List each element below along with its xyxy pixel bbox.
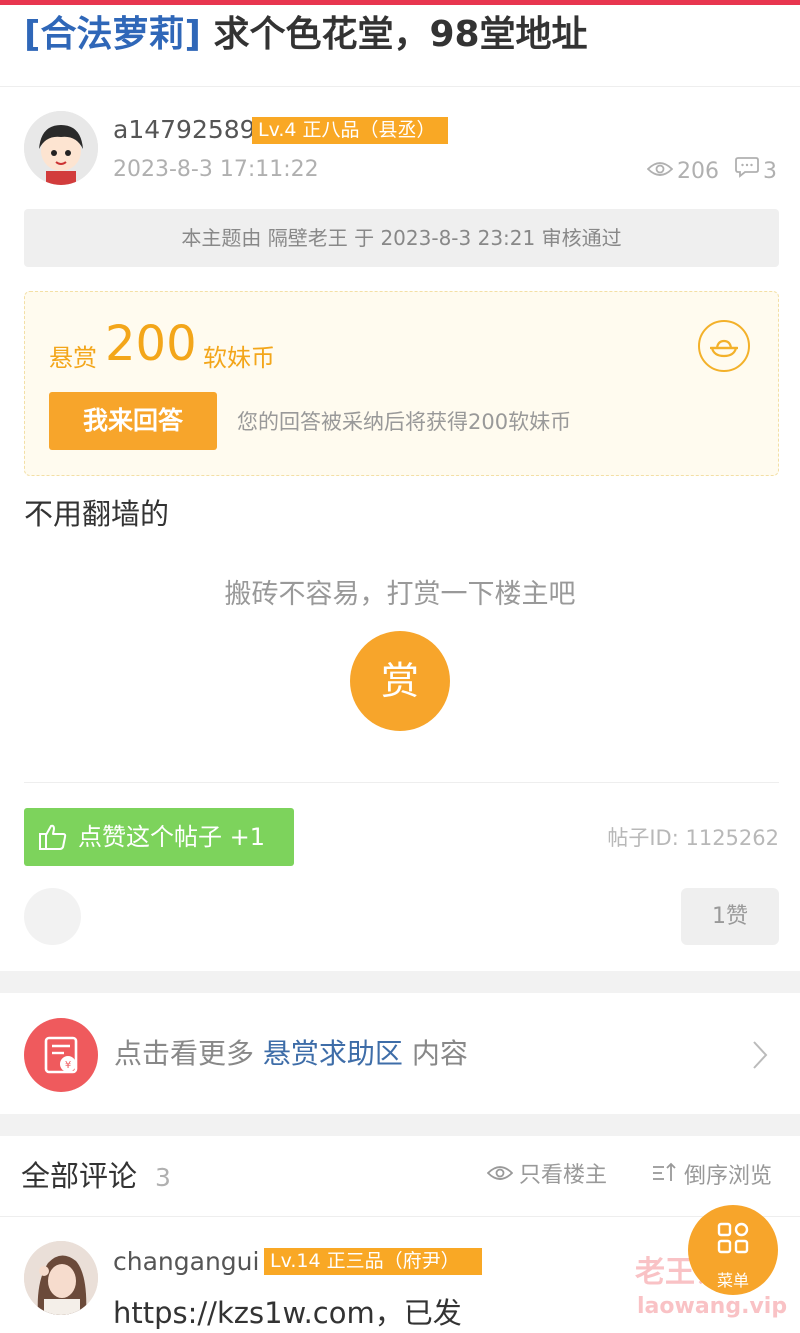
top-accent-line — [0, 0, 800, 5]
divider — [24, 782, 779, 783]
only-op-filter[interactable]: 只看楼主 — [486, 1161, 608, 1191]
commenter-level-badge: Lv.14 正三品（府尹） — [264, 1248, 482, 1275]
only-op-label: 只看楼主 — [519, 1163, 608, 1188]
bounty-section-icon[interactable]: ¥ — [24, 1018, 98, 1092]
more-prefix: 点击看更多 — [114, 1037, 263, 1070]
eye-icon — [486, 1161, 514, 1191]
more-content-link[interactable]: 点击看更多 悬赏求助区 内容 — [114, 1034, 468, 1074]
author-username[interactable]: a14792589 — [113, 113, 256, 147]
divider — [0, 86, 800, 87]
comments-title: 全部评论 — [21, 1159, 138, 1193]
reverse-order-label: 倒序浏览 — [684, 1163, 773, 1189]
author-level-badge: Lv.4 正八品（县丞） — [252, 117, 448, 144]
view-count: 206 — [646, 156, 719, 188]
answer-button[interactable]: 我来回答 — [49, 392, 217, 450]
bounty-panel: 悬赏 200 软妹币 我来回答 您的回答被采纳后将获得200软妹币 — [24, 291, 779, 476]
svg-text:¥: ¥ — [65, 1060, 71, 1071]
menu-button-label: 菜单 — [716, 1271, 749, 1290]
divider — [0, 1216, 800, 1217]
like-post-button[interactable]: 点赞这个帖子 +1 — [24, 808, 294, 866]
review-notice: 本主题由 隔壁老王 于 2023-8-3 23:21 审核通过 — [24, 209, 779, 267]
like-button-label: 点赞这个帖子 +1 — [78, 823, 266, 851]
view-count-value: 206 — [677, 159, 719, 184]
reply-count-value: 3 — [763, 159, 777, 184]
grid-menu-icon — [717, 1222, 749, 1258]
post-id: 帖子ID: 1125262 — [607, 826, 779, 850]
bounty-hint: 您的回答被采纳后将获得200软妹币 — [237, 410, 572, 434]
menu-button[interactable]: 菜单 — [688, 1205, 778, 1295]
ingot-coin-icon — [698, 320, 750, 372]
bounty-amount: 200 — [105, 316, 197, 372]
comment-bubble-icon — [735, 156, 759, 188]
post-body-text: 不用翻墙的 — [24, 497, 170, 531]
bounty-label: 悬赏 — [49, 344, 97, 372]
reward-button[interactable]: 赏 — [350, 631, 450, 731]
reply-count: 3 — [735, 156, 777, 188]
bounty-section-link[interactable]: 悬赏求助区 — [263, 1037, 403, 1070]
author-avatar[interactable] — [24, 111, 98, 185]
commenter-username[interactable]: changangui — [113, 1246, 259, 1278]
post-title: [合法萝莉] 求个色花堂，98堂地址 — [24, 12, 588, 58]
more-suffix: 内容 — [402, 1037, 468, 1070]
post-category-tag[interactable]: [合法萝莉] — [24, 14, 201, 55]
thumbs-up-icon — [38, 823, 68, 851]
commenter-avatar[interactable] — [24, 1241, 98, 1315]
comments-count: 3 — [155, 1163, 171, 1192]
sort-icon — [652, 1161, 678, 1192]
reward-tip: 搬砖不容易，打赏一下楼主吧 — [224, 579, 576, 610]
comment-text: https://kzs1w.com，已发 — [113, 1296, 462, 1330]
liker-avatar[interactable] — [24, 888, 81, 945]
chevron-right-icon[interactable] — [752, 1040, 768, 1074]
bounty-unit: 软妹币 — [203, 344, 275, 372]
post-title-text: 求个色花堂，98堂地址 — [200, 14, 588, 55]
like-count-button[interactable]: 1赞 — [681, 888, 779, 945]
reverse-order-toggle[interactable]: 倒序浏览 — [652, 1161, 772, 1192]
watermark-url: laowang.vip — [637, 1294, 788, 1319]
post-date: 2023-8-3 17:11:22 — [113, 157, 319, 182]
eye-icon — [646, 156, 674, 188]
section-gap — [0, 1114, 800, 1136]
section-gap — [0, 971, 800, 993]
